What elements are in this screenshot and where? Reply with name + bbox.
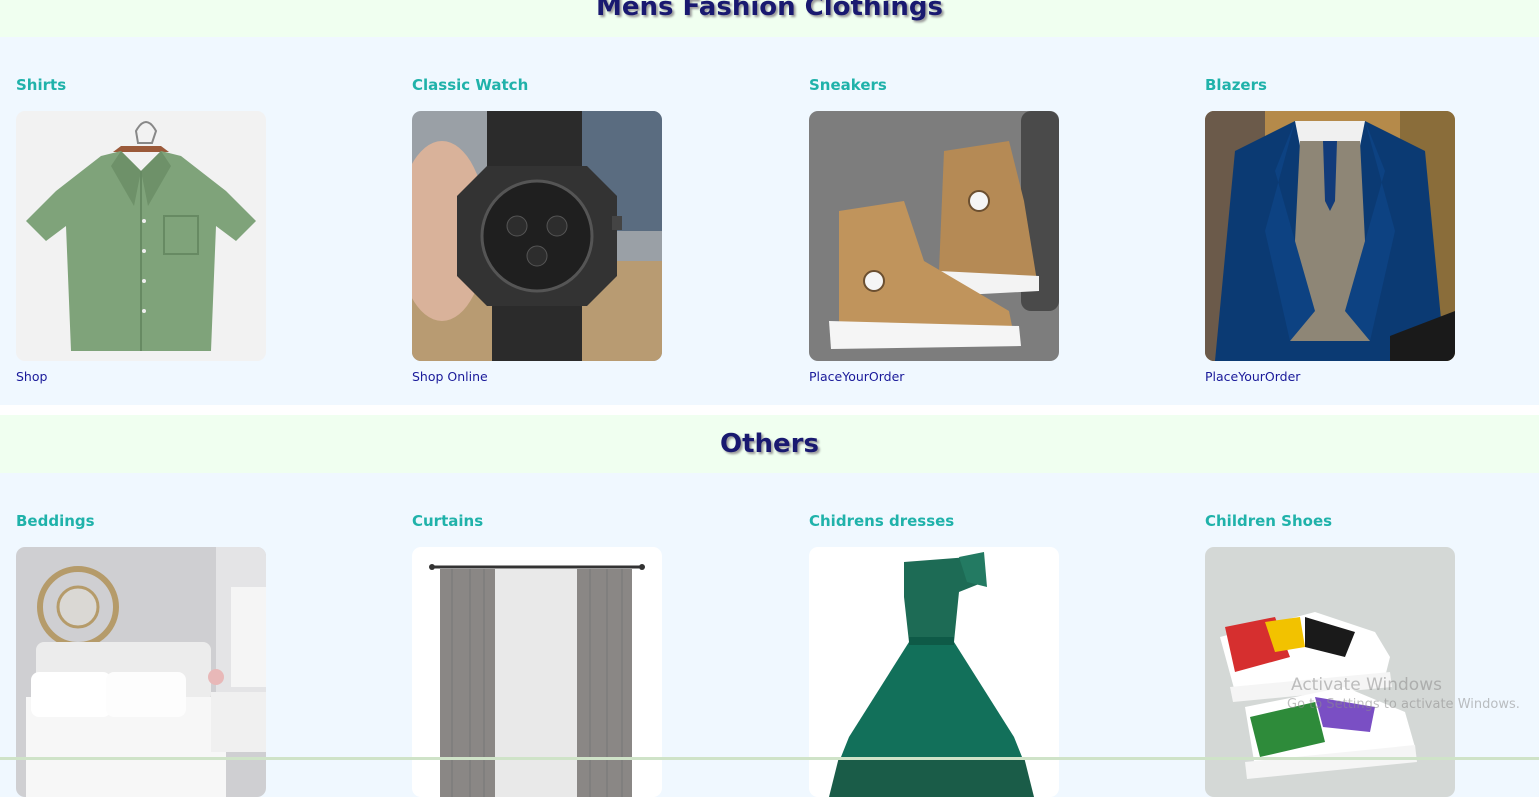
card-title: Beddings <box>16 512 95 530</box>
section-divider <box>0 405 1539 415</box>
others-section-header: Others <box>0 415 1539 473</box>
mens-section-title: Mens Fashion Clothings <box>596 0 943 22</box>
card-title: Sneakers <box>809 76 887 94</box>
place-your-order-link[interactable]: PlaceYourOrder <box>1205 369 1300 384</box>
card-title: Blazers <box>1205 76 1267 94</box>
card-title: Chidrens dresses <box>809 512 955 530</box>
card-title: Children Shoes <box>1205 512 1333 530</box>
card-title: Shirts <box>16 76 67 94</box>
shop-link[interactable]: Shop <box>16 369 47 384</box>
product-card-beddings: Beddings <box>16 511 396 797</box>
activate-windows-watermark: Activate Windows Go to Settings to activ… <box>1287 675 1520 712</box>
mens-section: Shirts Shop Classic Watch Shop Online Sn… <box>0 37 1539 405</box>
product-card-children-shoes: Children Shoes <box>1205 511 1539 797</box>
shop-online-link[interactable]: Shop Online <box>412 369 488 384</box>
others-section: Beddings Curtains Chidrens dresses Child… <box>0 473 1539 797</box>
product-card-shirts: Shirts Shop <box>16 75 396 385</box>
product-card-childrens-dresses: Chidrens dresses <box>809 511 1189 797</box>
card-title: Classic Watch <box>412 76 529 94</box>
product-card-classic-watch: Classic Watch Shop Online <box>412 75 792 385</box>
watermark-subtitle: Go to Settings to activate Windows. <box>1287 697 1520 712</box>
product-card-sneakers: Sneakers PlaceYourOrder <box>809 75 1189 385</box>
product-card-curtains: Curtains <box>412 511 792 797</box>
black-watch-image <box>412 111 662 361</box>
mens-section-header: Mens Fashion Clothings <box>0 0 1539 37</box>
product-card-blazers: Blazers PlaceYourOrder <box>1205 75 1539 385</box>
blue-blazer-image <box>1205 111 1455 361</box>
green-shirt-image <box>16 111 266 361</box>
watermark-title: Activate Windows <box>1291 675 1442 695</box>
card-title: Curtains <box>412 512 484 530</box>
brown-sneakers-image <box>809 111 1059 361</box>
place-your-order-link[interactable]: PlaceYourOrder <box>809 369 904 384</box>
others-section-title: Others <box>720 429 819 459</box>
